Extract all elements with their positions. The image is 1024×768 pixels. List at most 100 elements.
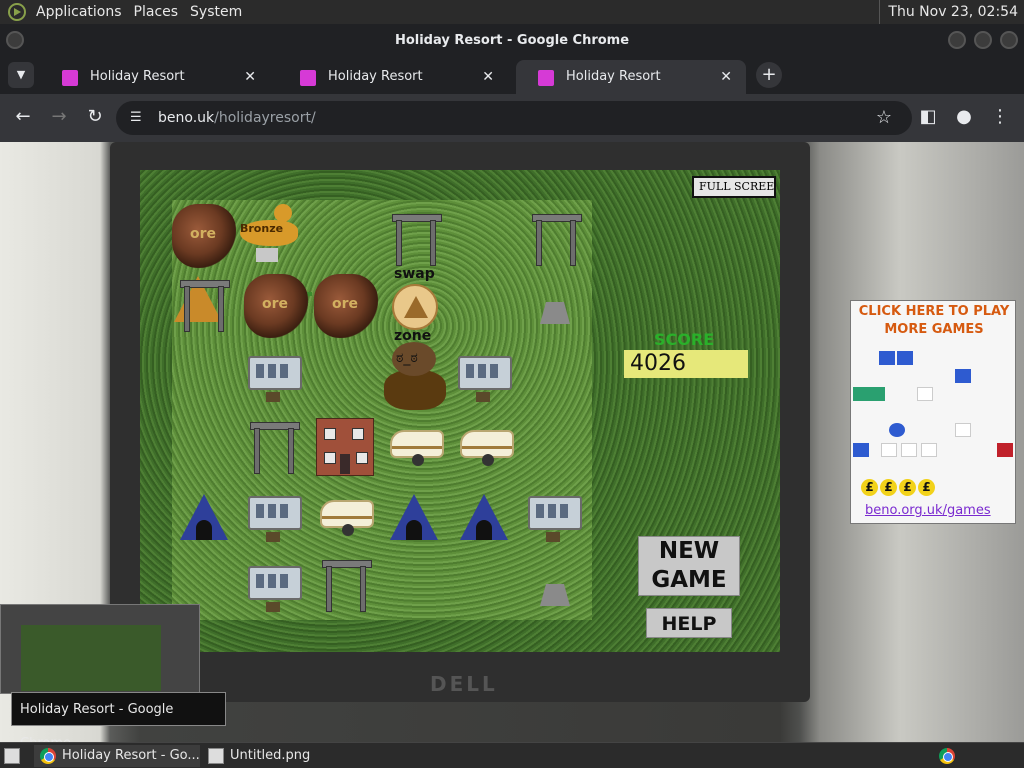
ore-piece[interactable]: ore bbox=[172, 204, 236, 268]
more-menu-icon[interactable]: ⋮ bbox=[988, 106, 1012, 127]
tab-label: Holiday Resort bbox=[566, 69, 661, 84]
browser-toolbar: ← → ↻ ☰ beno.uk/holidayresort/ ☆ ◧ ● ⋮ bbox=[0, 94, 1024, 142]
menu-applications[interactable]: Applications bbox=[30, 0, 128, 24]
games-link[interactable]: beno.org.uk/games bbox=[865, 503, 991, 518]
window-titlebar[interactable]: Holiday Resort - Google Chrome bbox=[0, 24, 1024, 56]
block-icon bbox=[921, 443, 937, 457]
new-tab-button[interactable]: + bbox=[756, 62, 782, 88]
coin-icon: £ bbox=[861, 479, 878, 496]
taskbar-item-label: Untitled.png bbox=[230, 748, 311, 763]
coin-icon: £ bbox=[918, 479, 935, 496]
new-game-button[interactable]: NEW GAME bbox=[638, 536, 740, 596]
image-file-icon bbox=[208, 748, 224, 764]
game-screen: FULL SCREEN ore Bronze ore ore swap zone… bbox=[140, 170, 780, 652]
frame-piece[interactable] bbox=[524, 206, 588, 270]
block-icon bbox=[869, 387, 885, 401]
player-sprite-icon bbox=[889, 423, 905, 437]
static-caravan-piece[interactable] bbox=[452, 344, 516, 408]
static-caravan-piece[interactable] bbox=[242, 484, 306, 548]
desktop-icon bbox=[4, 748, 20, 764]
ore-piece[interactable]: ore bbox=[244, 274, 308, 338]
block-icon bbox=[897, 351, 913, 365]
laptop-logo: DELL bbox=[430, 672, 498, 696]
tab-search-button[interactable]: ▼ bbox=[8, 62, 34, 88]
block-icon bbox=[917, 387, 933, 401]
chrome-icon bbox=[40, 748, 56, 764]
profile-icon[interactable]: ● bbox=[952, 106, 976, 127]
block-icon bbox=[853, 387, 869, 401]
taskbar-item-chrome[interactable]: Holiday Resort - Go... bbox=[34, 745, 200, 767]
window-preview-thumbnail[interactable] bbox=[0, 604, 200, 694]
swap-tent-token[interactable] bbox=[392, 284, 438, 330]
page-viewport: DELL FULL SCREEN ore Bronze ore ore swap… bbox=[0, 142, 1024, 742]
score-value: 4026 bbox=[624, 350, 748, 378]
site-info-icon[interactable]: ☰ bbox=[130, 110, 146, 126]
bookmark-star-icon[interactable]: ☆ bbox=[876, 107, 892, 128]
frame-piece[interactable] bbox=[172, 272, 236, 336]
taskbar-item-untitled-png[interactable]: Untitled.png bbox=[202, 745, 368, 767]
tray-chrome[interactable] bbox=[936, 745, 958, 767]
coin-row: £ £ £ £ bbox=[861, 479, 937, 496]
close-window-button[interactable] bbox=[1000, 31, 1018, 49]
frame-piece[interactable] bbox=[242, 414, 306, 478]
coin-icon: £ bbox=[880, 479, 897, 496]
window-menu-button[interactable] bbox=[6, 31, 24, 49]
frame-piece[interactable] bbox=[314, 552, 378, 616]
game-board[interactable]: ore Bronze ore ore swap zone ಠ_ಠ bbox=[172, 200, 592, 620]
block-icon bbox=[881, 443, 897, 457]
help-button[interactable]: HELP bbox=[646, 608, 732, 638]
coin-icon: £ bbox=[899, 479, 916, 496]
taskbar-tooltip: Holiday Resort - Google Chrome bbox=[11, 692, 226, 742]
distro-logo-icon[interactable] bbox=[8, 3, 26, 21]
favicon-icon bbox=[538, 70, 554, 86]
stump-piece[interactable] bbox=[524, 280, 588, 344]
block-icon bbox=[853, 443, 869, 457]
side-panel-icon[interactable]: ◧ bbox=[916, 106, 940, 127]
window-title: Holiday Resort - Google Chrome bbox=[394, 33, 630, 48]
back-arrow-icon[interactable]: ← bbox=[11, 106, 35, 127]
bottom-taskbar: Holiday Resort - Go... Untitled.png bbox=[0, 742, 1024, 768]
ore-piece[interactable]: ore bbox=[314, 274, 378, 338]
more-games-ad[interactable]: CLICK HERE TO PLAY MORE GAMES £ £ £ £ beno.… bbox=[850, 300, 1016, 524]
maximize-button[interactable] bbox=[974, 31, 992, 49]
touring-caravan-piece[interactable] bbox=[384, 414, 448, 478]
address-bar[interactable]: ☰ beno.uk/holidayresort/ ☆ bbox=[116, 101, 912, 135]
touring-caravan-piece[interactable] bbox=[454, 414, 518, 478]
frame-piece[interactable] bbox=[384, 206, 448, 270]
show-desktop-button[interactable] bbox=[0, 745, 30, 767]
fullscreen-button[interactable]: FULL SCREEN bbox=[692, 176, 776, 198]
tab-label: Holiday Resort bbox=[90, 69, 185, 84]
house-piece[interactable] bbox=[312, 414, 376, 478]
bronze-duck-trophy[interactable]: Bronze bbox=[236, 200, 300, 264]
enemy-icon bbox=[997, 443, 1013, 457]
bear-enemy[interactable]: ಠ_ಠ bbox=[382, 342, 446, 410]
block-icon bbox=[901, 443, 917, 457]
close-tab-icon[interactable]: ✕ bbox=[720, 60, 732, 94]
block-icon bbox=[955, 369, 971, 383]
close-tab-icon[interactable]: ✕ bbox=[244, 60, 256, 94]
tab-holiday-resort-3[interactable]: Holiday Resort ✕ bbox=[516, 60, 746, 94]
score-label: SCORE bbox=[654, 330, 715, 349]
minimize-button[interactable] bbox=[948, 31, 966, 49]
static-caravan-piece[interactable] bbox=[242, 554, 306, 618]
favicon-icon bbox=[62, 70, 78, 86]
tab-holiday-resort-2[interactable]: Holiday Resort ✕ bbox=[278, 60, 508, 94]
close-tab-icon[interactable]: ✕ bbox=[482, 60, 494, 94]
url-text[interactable]: beno.uk/holidayresort/ bbox=[158, 101, 316, 135]
tab-holiday-resort-1[interactable]: Holiday Resort ✕ bbox=[40, 60, 270, 94]
forward-arrow-icon[interactable]: → bbox=[47, 106, 71, 127]
swap-label: swap bbox=[394, 266, 435, 282]
menu-system[interactable]: System bbox=[184, 0, 248, 24]
clock[interactable]: Thu Nov 23, 02:54 bbox=[879, 0, 1024, 24]
menu-places[interactable]: Places bbox=[128, 0, 185, 24]
static-caravan-piece[interactable] bbox=[242, 344, 306, 408]
touring-caravan-piece[interactable] bbox=[314, 484, 378, 548]
static-caravan-piece[interactable] bbox=[522, 484, 586, 548]
reload-icon[interactable]: ↻ bbox=[83, 106, 107, 127]
taskbar-item-label: Holiday Resort - Go... bbox=[62, 748, 200, 763]
tab-strip: ▼ Holiday Resort ✕ Holiday Resort ✕ Holi… bbox=[0, 56, 1024, 94]
stump-piece[interactable] bbox=[524, 562, 588, 626]
ad-cta-text[interactable]: CLICK HERE TO PLAY MORE GAMES bbox=[851, 303, 1015, 339]
top-panel: Applications Places System Thu Nov 23, 0… bbox=[0, 0, 1024, 24]
tab-label: Holiday Resort bbox=[328, 69, 423, 84]
